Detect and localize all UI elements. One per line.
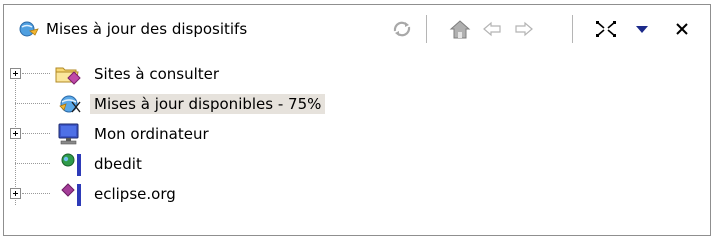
tree-connector bbox=[22, 133, 50, 134]
tree-connector bbox=[15, 103, 50, 104]
refresh-icon bbox=[393, 21, 411, 37]
tree-item-label: Sites à consulter bbox=[94, 65, 220, 83]
tree-item-label: Mon ordinateur bbox=[94, 125, 209, 143]
view-title-bar: Mises à jour des dispositifs bbox=[4, 5, 710, 55]
update-globe-icon bbox=[19, 21, 39, 37]
features-tree: Sites à consulter Mises à jour disponibl… bbox=[4, 59, 710, 235]
collapse-all-button[interactable] bbox=[592, 15, 620, 43]
close-view-button[interactable] bbox=[668, 15, 696, 43]
update-manager-view: Mises à jour des dispositifs Sites à con… bbox=[3, 4, 711, 236]
collapse-all-icon bbox=[596, 21, 616, 37]
expand-toggle[interactable] bbox=[10, 128, 21, 139]
tree-item-label: dbedit bbox=[94, 155, 142, 173]
back-arrow-icon bbox=[483, 21, 501, 37]
globe-bookmark-icon bbox=[61, 153, 81, 176]
available-updates-icon bbox=[59, 95, 81, 113]
folder-with-site-icon bbox=[55, 67, 81, 85]
view-menu-icon bbox=[636, 26, 648, 33]
close-icon bbox=[676, 23, 688, 35]
back-button[interactable] bbox=[478, 15, 506, 43]
toolbar-separator bbox=[426, 15, 428, 43]
view-menu-button[interactable] bbox=[628, 15, 656, 43]
toolbar-separator bbox=[572, 15, 574, 43]
home-icon bbox=[449, 20, 471, 39]
home-button[interactable] bbox=[446, 15, 474, 43]
tree-connector bbox=[22, 73, 50, 74]
tree-connector bbox=[22, 193, 50, 194]
forward-arrow-icon bbox=[515, 21, 533, 37]
view-title: Mises à jour des dispositifs bbox=[46, 20, 248, 38]
forward-button[interactable] bbox=[510, 15, 538, 43]
computer-icon bbox=[58, 123, 79, 145]
refresh-button[interactable] bbox=[388, 15, 416, 43]
tree-item-label: Mises à jour disponibles - 75% bbox=[90, 94, 326, 114]
tree-item-label: eclipse.org bbox=[94, 185, 176, 203]
diamond-bookmark-icon bbox=[61, 183, 81, 206]
tree-connector bbox=[15, 77, 16, 205]
expand-toggle[interactable] bbox=[10, 68, 21, 79]
tree-connector bbox=[15, 163, 50, 164]
expand-toggle[interactable] bbox=[10, 188, 21, 199]
